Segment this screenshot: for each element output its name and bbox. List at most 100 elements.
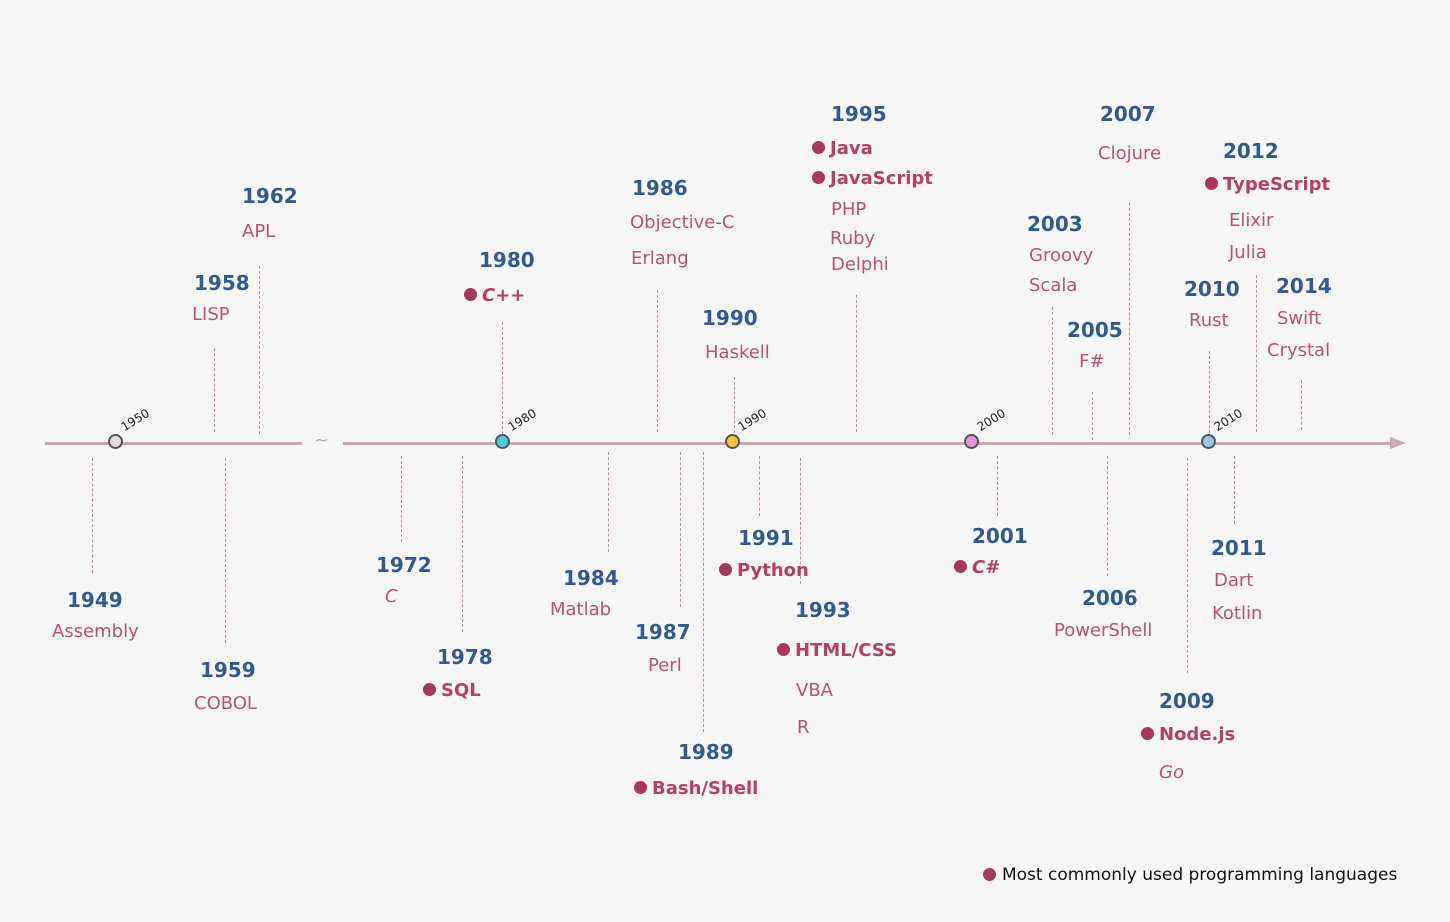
connector-1995 [856,295,857,432]
connector-2005 [1092,392,1093,440]
event-year: 2010 [1184,277,1240,301]
event-language: COBOL [194,693,257,714]
event-1987: 1987 Perl [635,620,691,678]
event-year: 1962 [242,184,298,208]
connector-2003 [1052,307,1053,435]
connector-2007 [1129,203,1130,435]
event-year: 2003 [1027,212,1083,236]
connector-1986 [657,290,658,432]
event-language: APL [242,221,276,242]
connector-1958 [214,348,215,432]
event-language-popular: C++ [464,284,535,308]
event-2012: 2012 TypeScript Elixir Julia [1223,139,1330,265]
connector-1990 [734,377,735,433]
event-language: Rust [1189,310,1229,331]
event-1990: 1990 Haskell [702,306,770,365]
axis-break-symbol: ~ [314,430,330,451]
event-language: Assembly [52,621,139,642]
event-1989: 1989 Bash/Shell [652,740,758,801]
event-language: R [797,717,810,738]
event-language: Delphi [831,254,889,275]
event-language: PowerShell [1054,620,1153,641]
event-year: 1991 [738,526,794,550]
event-language: Haskell [705,342,770,363]
event-year: 1987 [635,620,691,644]
event-2009: 2009 Node.js Go [1159,689,1235,785]
event-year: 1989 [678,740,734,764]
event-language-popular: TypeScript [1205,173,1330,197]
event-language: Go [1159,762,1184,783]
event-language-popular: C# [954,556,1028,580]
event-2005: 2005 F# [1067,318,1123,374]
connector-1987 [680,452,681,607]
event-year: 1972 [376,553,432,577]
event-2010: 2010 Rust [1184,277,1240,333]
event-language-popular: HTML/CSS [777,639,897,663]
event-language-popular: SQL [423,679,493,703]
connector-2010 [1209,351,1210,433]
event-year: 2001 [972,524,1028,548]
event-year: 2012 [1223,139,1279,163]
decade-label-2000: 2000 [974,405,1008,434]
event-2011: 2011 Dart Kotlin [1211,536,1267,626]
event-language-popular: Java [812,137,933,161]
event-2006: 2006 PowerShell [1054,586,1152,643]
event-language-popular: JavaScript [812,167,933,191]
event-language: Julia [1229,242,1267,263]
event-language: Objective-C [630,212,735,233]
event-language: Dart [1214,570,1254,591]
event-language: Crystal [1267,340,1331,361]
event-language: Erlang [631,248,689,269]
connector-1978 [462,456,463,632]
event-language: C [385,586,398,607]
event-language: LISP [192,304,230,325]
event-language: Swift [1277,308,1322,329]
connector-2014 [1301,380,1302,430]
event-language: Groovy [1029,245,1094,266]
decade-marker-1950 [108,434,123,449]
connector-1989 [703,452,704,732]
event-year: 2014 [1276,274,1332,298]
event-2014: 2014 Swift Crystal [1267,274,1332,363]
connector-1962 [259,266,260,434]
connector-2011 [1234,456,1235,524]
event-1984: 1984 Matlab [550,566,619,622]
event-language: Scala [1029,275,1078,296]
decade-label-1950: 1950 [118,405,152,434]
event-year: 1949 [67,588,123,612]
event-language-popular: Python [719,559,809,583]
timeline-axis-early [45,442,302,445]
event-year: 2011 [1211,536,1267,560]
event-1991: 1991 Python [737,526,809,583]
legend: Most commonly used programming languages [983,865,1397,885]
event-year: 1978 [437,645,493,669]
connector-2012 [1256,275,1257,432]
decade-marker-2000 [964,434,979,449]
event-year: 1986 [632,176,688,200]
event-year: 1980 [479,248,535,272]
event-year: 2007 [1100,102,1156,126]
event-year: 1958 [194,271,250,295]
event-language: Perl [648,655,682,676]
event-1980: 1980 C++ [479,248,535,308]
connector-1991 [759,456,760,516]
event-year: 1990 [702,306,758,330]
event-1972: 1972 C [376,553,432,609]
decade-label-1980: 1980 [505,405,539,434]
event-language: Ruby [830,228,876,249]
event-language: Elixir [1229,210,1274,231]
event-year: 1984 [563,566,619,590]
event-year: 1959 [200,658,256,682]
event-year: 1995 [831,102,887,126]
event-language: Clojure [1098,143,1162,164]
event-year: 2009 [1159,689,1215,713]
event-1986: 1986 Objective-C Erlang [630,176,735,271]
event-2001: 2001 C# [972,524,1028,580]
event-language: F# [1079,351,1105,372]
event-language-popular: Bash/Shell [634,777,758,801]
connector-1949 [92,458,93,573]
connector-1984 [608,452,609,552]
event-2003: 2003 Groovy Scala [1027,212,1093,298]
connector-1980 [502,322,503,434]
event-language: PHP [831,199,867,220]
